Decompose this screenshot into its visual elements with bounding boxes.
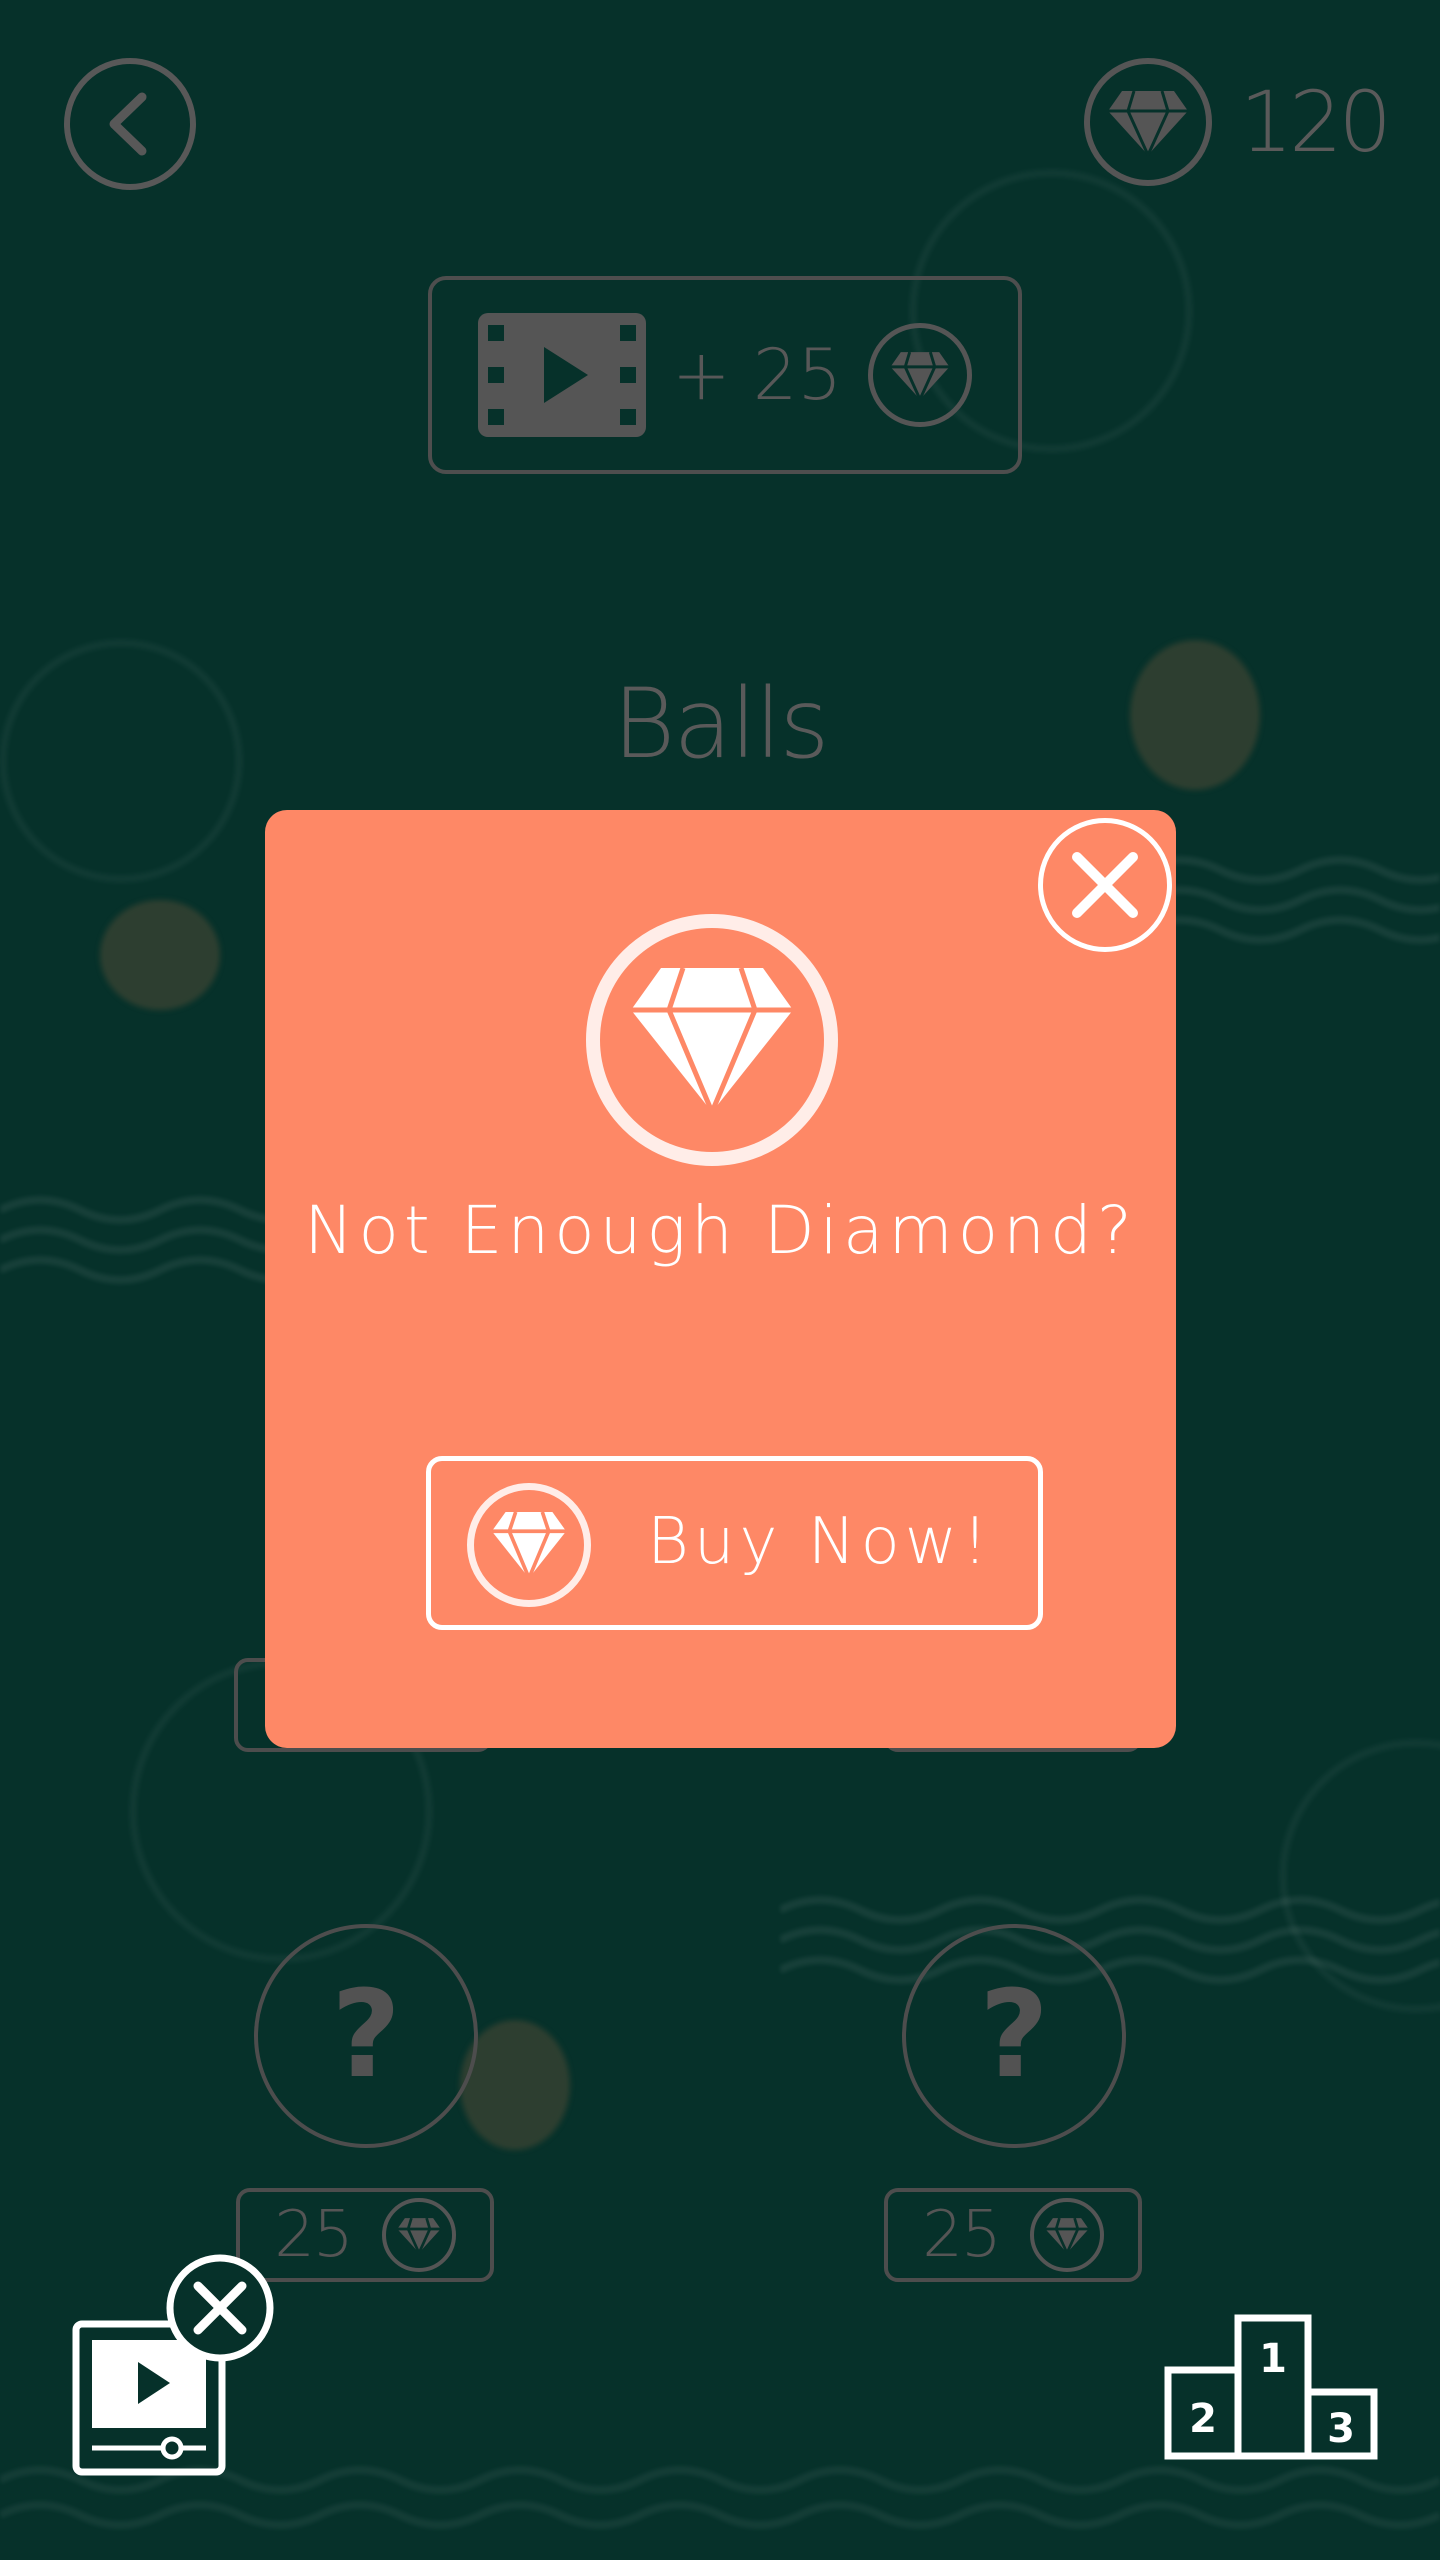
price-value: 25 [274, 2198, 353, 2272]
podium-first-label: 1 [1259, 2336, 1287, 2382]
close-button[interactable] [1038, 818, 1172, 952]
reward-amount: + 25 [672, 334, 842, 416]
dialog-title: Not Enough Diamond? [304, 1192, 1137, 1269]
price-tag[interactable]: 25 [884, 2188, 1142, 2282]
diamond-count: 120 [1239, 73, 1392, 171]
podium-third-label: 3 [1327, 2406, 1355, 2452]
diamond-icon [467, 1483, 591, 1607]
back-button[interactable] [64, 58, 196, 190]
bg-waves-decoration [1140, 856, 1440, 944]
locked-ball-slot[interactable]: ? [902, 1924, 1126, 2148]
price-value: 25 [922, 2198, 1001, 2272]
screen: 120 + 25 Balls ? ? 25 25 1 2 3 Not Enoug… [0, 0, 1440, 2560]
bg-ring-decoration [1280, 1740, 1440, 2012]
diamond-icon [1083, 58, 1212, 186]
buy-now-button[interactable]: Buy Now! [426, 1456, 1043, 1630]
locked-ball-slot[interactable]: ? [254, 1924, 478, 2148]
diamond-icon [867, 323, 972, 427]
diamond-icon [1029, 2198, 1104, 2272]
not-enough-diamond-dialog: Not Enough Diamond? Buy Now! [265, 810, 1176, 1748]
diamond-icon [381, 2198, 456, 2272]
diamond-icon [586, 914, 838, 1166]
question-mark-icon: ? [979, 1966, 1049, 2105]
section-title: Balls [612, 668, 829, 780]
film-play-icon [478, 313, 646, 437]
podium-second-label: 2 [1189, 2396, 1217, 2442]
podium-icon: 1 2 3 [1164, 2314, 1378, 2460]
question-mark-icon: ? [331, 1966, 401, 2105]
watch-video-reward-button[interactable]: + 25 [428, 276, 1022, 474]
bg-sun-decoration [100, 900, 220, 1010]
leaderboard-button[interactable]: 1 2 3 [1164, 2314, 1378, 2460]
remove-ads-button[interactable] [70, 2250, 280, 2480]
chevron-left-icon [109, 92, 147, 156]
close-icon [1072, 852, 1138, 918]
buy-now-label: Buy Now! [647, 1505, 993, 1579]
no-video-ads-icon [72, 2254, 274, 2476]
diamond-counter: 120 [1083, 56, 1392, 188]
bg-waves-decoration [0, 1196, 300, 1284]
